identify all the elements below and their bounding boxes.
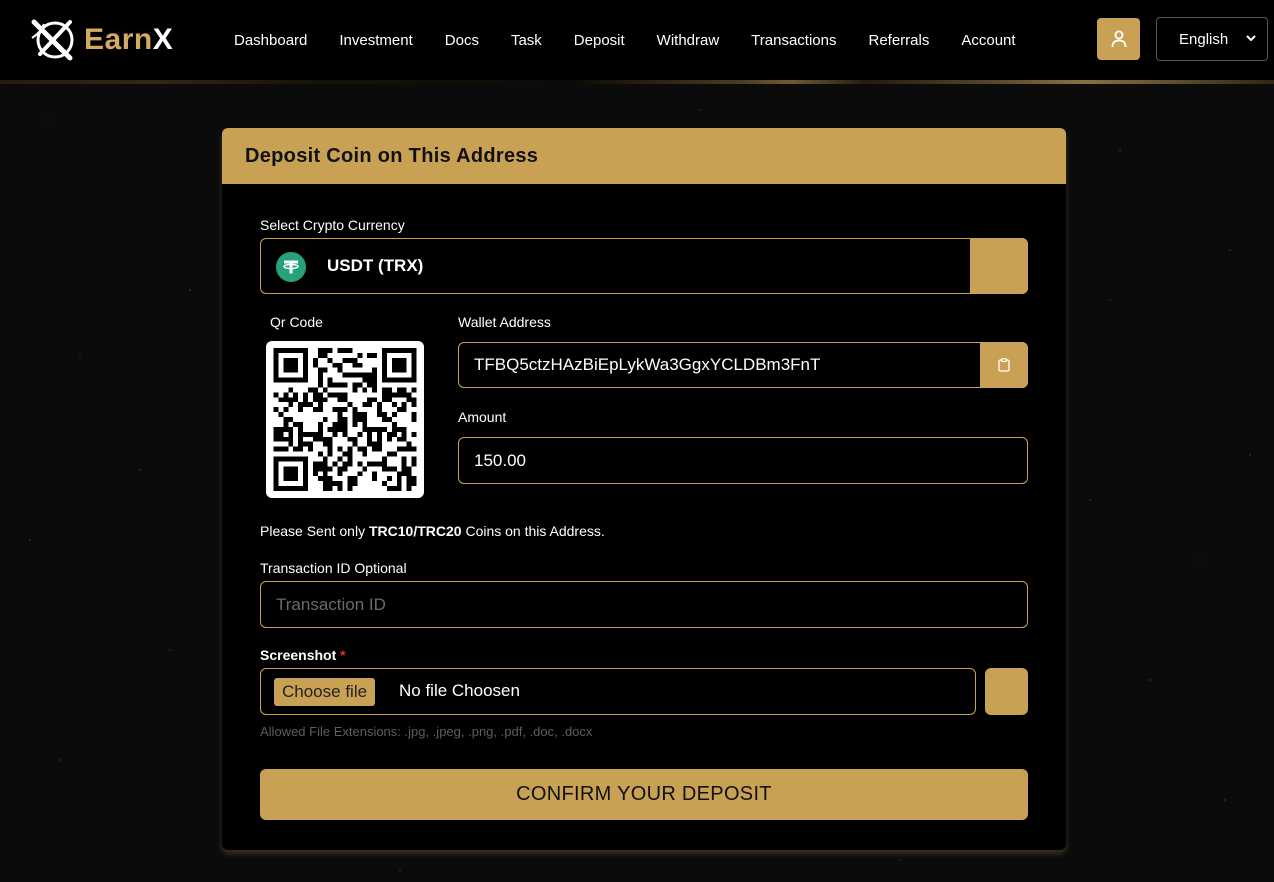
network-highlight: TRC10/TRC20 [368, 523, 462, 539]
nav-account[interactable]: Account [961, 32, 1015, 49]
amount-value: 150.00 [474, 451, 526, 470]
deposit-card: Deposit Coin on This Address Select Cryp… [222, 128, 1066, 850]
qr-label: Qr Code [270, 314, 323, 330]
brand-name: EarnX [84, 23, 174, 56]
amount-field[interactable]: 150.00 [458, 437, 1028, 484]
language-select[interactable]: English [1156, 17, 1268, 61]
user-icon [1111, 30, 1126, 48]
chevron-down-icon [1246, 35, 1256, 42]
currency-label: Select Crypto Currency [260, 217, 405, 233]
brand-logo[interactable]: EarnX [30, 18, 173, 62]
nav-referrals[interactable]: Referrals [868, 32, 929, 49]
card-title: Deposit Coin on This Address [245, 144, 539, 167]
nav-docs[interactable]: Docs [445, 32, 479, 49]
txid-field[interactable] [260, 581, 1028, 628]
earnx-logo-icon [31, 19, 74, 61]
nav-investment[interactable]: Investment [339, 32, 412, 49]
nav-transactions[interactable]: Transactions [751, 32, 836, 49]
qr-code [266, 341, 424, 498]
screenshot-label: Screenshot * [260, 647, 346, 663]
clipboard-icon [998, 358, 1010, 372]
tether-icon [276, 252, 306, 282]
required-mark: * [340, 647, 346, 663]
currency-value: USDT (TRX) [327, 256, 424, 275]
nav-withdraw[interactable]: Withdraw [657, 32, 720, 49]
wallet-address-value: TFBQ5ctzHAzBiEpLykWa3GgxYCLDBm3FnT [474, 355, 821, 374]
nav-deposit[interactable]: Deposit [574, 32, 625, 49]
nav-task[interactable]: Task [511, 32, 542, 49]
screenshot-file-input[interactable]: Choose file No file Choosen [260, 668, 976, 715]
network-notice: Please Sent only TRC10/TRC20 Coins on th… [260, 523, 605, 539]
main-nav: Dashboard Investment Docs Task Deposit W… [234, 0, 1048, 80]
card-header: Deposit Coin on This Address [222, 128, 1066, 184]
wallet-label: Wallet Address [458, 314, 551, 330]
file-action-button[interactable] [985, 668, 1028, 715]
currency-select[interactable]: USDT (TRX) [260, 238, 1028, 294]
copy-address-button[interactable] [980, 342, 1028, 388]
allowed-extensions-hint: Allowed File Extensions: .jpg, .jpeg, .p… [260, 724, 593, 739]
wallet-address-field[interactable]: TFBQ5ctzHAzBiEpLykWa3GgxYCLDBm3FnT [458, 342, 1028, 388]
qr-code-image [273, 348, 417, 491]
user-menu-button[interactable] [1097, 18, 1140, 60]
language-value: English [1179, 30, 1229, 48]
top-navbar: EarnX Dashboard Investment Docs Task Dep… [0, 0, 1274, 84]
amount-label: Amount [458, 409, 507, 425]
txid-input[interactable] [261, 582, 1027, 627]
txid-label: Transaction ID Optional [260, 560, 407, 576]
confirm-deposit-button[interactable]: CONFIRM YOUR DEPOSIT [260, 769, 1028, 820]
file-name: No file Choosen [399, 681, 520, 700]
nav-dashboard[interactable]: Dashboard [234, 32, 307, 49]
choose-file-button[interactable]: Choose file [274, 678, 376, 706]
currency-dropdown-button[interactable] [970, 238, 1028, 294]
